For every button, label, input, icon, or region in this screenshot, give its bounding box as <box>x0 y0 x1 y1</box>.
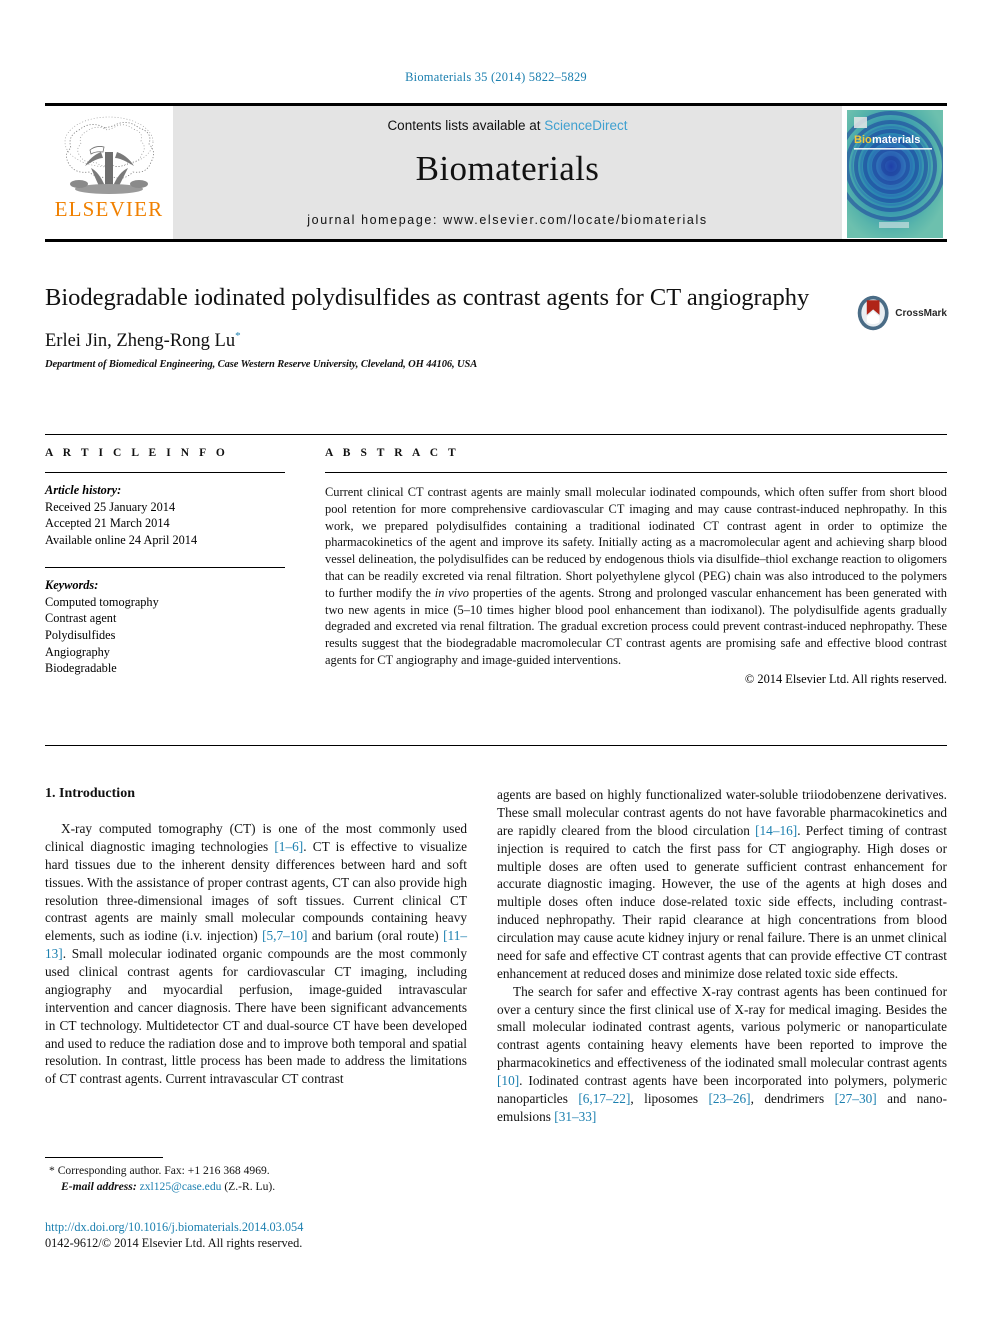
history-available-online: Available online 24 April 2014 <box>45 533 198 548</box>
article-history-group: Article history: Received 25 January 201… <box>45 482 285 549</box>
body-column-right: agents are based on highly functionalize… <box>497 786 947 1126</box>
elsevier-logo: ELSEVIER <box>45 106 173 242</box>
abstract-italic-term: in vivo <box>434 585 469 600</box>
email-label: E-mail address: <box>61 1180 137 1194</box>
author-affiliation: Department of Biomedical Engineering, Ca… <box>45 359 478 371</box>
citation-1-6[interactable]: [1–6] <box>274 839 303 854</box>
article-page: Biomaterials 35 (2014) 5822–5829 ELSEVIE… <box>0 0 992 1323</box>
citation-10[interactable]: [10] <box>497 1073 519 1088</box>
doi-footer: http://dx.doi.org/10.1016/j.biomaterials… <box>45 1219 475 1252</box>
intro-p2-text-c: , liposomes <box>630 1090 709 1106</box>
issn-copyright-line: 0142-9612/© 2014 Elsevier Ltd. All right… <box>45 1236 303 1251</box>
keyword-item: Contrast agent <box>45 611 117 626</box>
introduction-heading: 1. Introduction <box>45 786 135 801</box>
keyword-item: Computed tomography <box>45 594 159 609</box>
journal-cover-image: Bio materials <box>846 110 943 238</box>
article-history-label: Article history: <box>45 483 122 497</box>
abstract-column: A B S T R A C T Current clinical CT cont… <box>325 447 947 687</box>
citation-14-16[interactable]: [14–16] <box>755 823 797 838</box>
article-info-heading: A R T I C L E I N F O <box>45 447 229 459</box>
running-head: Biomaterials 35 (2014) 5822–5829 <box>405 70 587 84</box>
intro-paragraph-1-continued: agents are based on highly functionalize… <box>497 786 947 983</box>
keywords-rule <box>45 566 285 568</box>
crossmark-badge[interactable]: CrossMark <box>855 292 947 334</box>
sciencedirect-link[interactable]: ScienceDirect <box>544 118 627 133</box>
article-info-rule <box>45 472 285 473</box>
corresponding-author-footnote: * Corresponding author. Fax: +1 216 368 … <box>45 1157 467 1195</box>
cover-title-bio: Bio <box>854 134 872 146</box>
abstract-copyright: © 2014 Elsevier Ltd. All rights reserved… <box>744 671 947 686</box>
email-line: E-mail address: zxl125@case.edu (Z.-R. L… <box>45 1179 467 1195</box>
journal-title: Biomaterials <box>415 149 600 188</box>
article-title: Biodegradable iodinated polydisulfides a… <box>45 284 810 311</box>
keyword-item: Biodegradable <box>45 661 117 676</box>
keywords-label: Keywords: <box>45 577 99 592</box>
history-received: Received 25 January 2014 <box>45 499 176 514</box>
citation-5-7-10[interactable]: [5,7–10] <box>262 928 307 943</box>
info-section-top-rule <box>45 434 947 435</box>
citation-23-26[interactable]: [23–26] <box>708 1091 750 1106</box>
intro-p1cont-text-b: . Perfect timing of contrast injection i… <box>497 822 947 981</box>
author-list: Erlei Jin, Zheng-Rong Lu* <box>45 330 947 352</box>
journal-cover-thumbnail: Bio materials <box>842 106 947 242</box>
elsevier-wordmark: ELSEVIER <box>54 197 164 221</box>
email-link[interactable]: zxl125@case.edu <box>140 1180 222 1193</box>
intro-p1-text-d: . Small molecular iodinated organic comp… <box>45 946 467 1087</box>
doi-link[interactable]: http://dx.doi.org/10.1016/j.biomaterials… <box>45 1219 475 1235</box>
title-block: Biodegradable iodinated polydisulfides a… <box>45 283 947 370</box>
cover-title-materials: materials <box>872 134 920 146</box>
intro-p2-text-d: , dendrimers <box>750 1090 835 1106</box>
abstract-rule <box>325 472 947 473</box>
info-section-bottom-rule <box>45 745 947 746</box>
email-suffix: (Z.-R. Lu). <box>221 1180 276 1194</box>
article-info-column: A R T I C L E I N F O Article history: R… <box>45 447 285 677</box>
masthead-bottom-rule <box>45 239 947 242</box>
corresponding-author-marker: * <box>235 330 241 343</box>
abstract-heading: A B S T R A C T <box>325 447 460 459</box>
crossmark-icon <box>857 295 889 331</box>
crossmark-label: CrossMark <box>895 307 947 319</box>
intro-paragraph-1: X-ray computed tomography (CT) is one of… <box>45 820 467 1088</box>
citation-27-30[interactable]: [27–30] <box>835 1091 877 1106</box>
keyword-item: Polydisulfides <box>45 628 116 643</box>
journal-masthead: ELSEVIER Contents lists available at Sci… <box>45 103 947 242</box>
history-accepted: Accepted 21 March 2014 <box>45 516 170 531</box>
body-column-left: 1. Introduction X-ray computed tomograph… <box>45 786 467 1088</box>
abstract-body: Current clinical CT contrast agents are … <box>325 484 947 669</box>
intro-p1-text-c: and barium (oral route) <box>307 928 444 944</box>
intro-paragraph-2: The search for safer and effective X-ray… <box>497 983 947 1126</box>
journal-homepage-link[interactable]: journal homepage: www.elsevier.com/locat… <box>307 213 707 227</box>
corresponding-author-text: Corresponding author. Fax: +1 216 368 49… <box>54 1164 270 1177</box>
keywords-group: Keywords: Computed tomography Contrast a… <box>45 577 285 677</box>
keyword-item: Angiography <box>45 644 110 659</box>
elsevier-tree-icon <box>64 116 154 194</box>
corresponding-author-line: * Corresponding author. Fax: +1 216 368 … <box>45 1163 467 1179</box>
intro-p2-text-a: The search for safer and effective X-ray… <box>497 983 947 1071</box>
contents-available-line: Contents lists available at ScienceDirec… <box>387 118 627 133</box>
masthead-center: Contents lists available at ScienceDirec… <box>173 106 842 242</box>
contents-prefix: Contents lists available at <box>387 118 545 133</box>
author-names: Erlei Jin, Zheng-Rong Lu <box>45 331 236 352</box>
footnote-rule <box>45 1157 163 1158</box>
abstract-part-1: Current clinical CT contrast agents are … <box>325 485 947 600</box>
citation-31-33[interactable]: [31–33] <box>554 1109 596 1124</box>
citation-6-17-22[interactable]: [6,17–22] <box>578 1091 630 1106</box>
